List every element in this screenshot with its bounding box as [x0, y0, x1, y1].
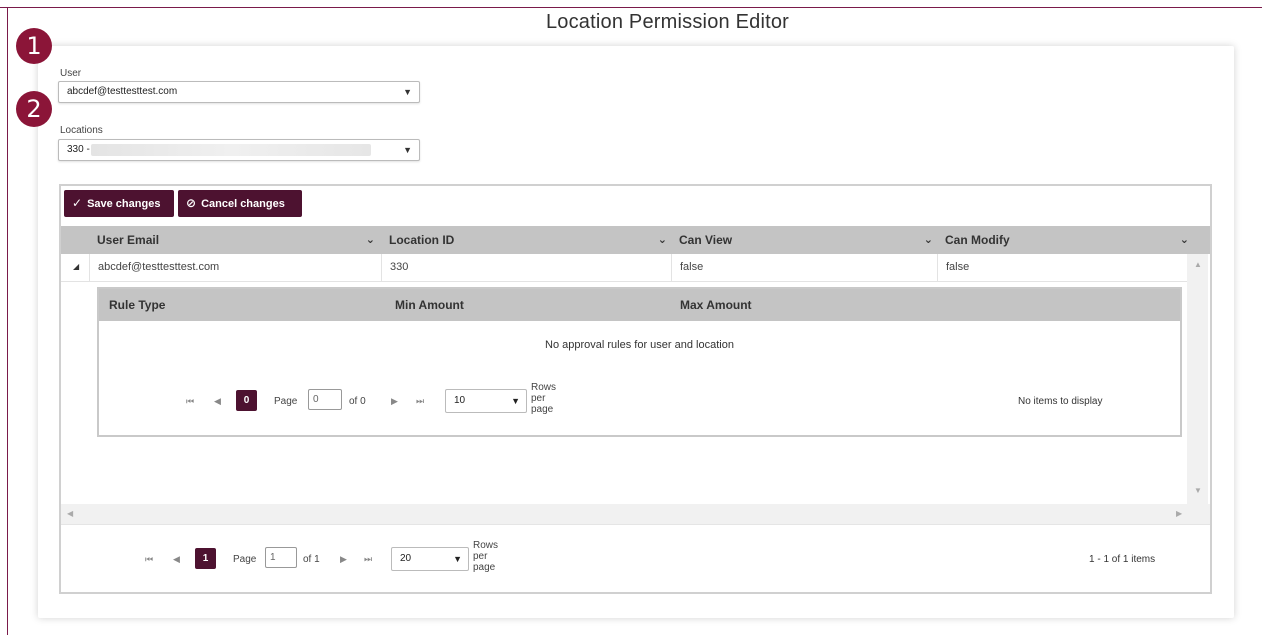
column-menu-chevron-icon[interactable]: ⌄	[658, 226, 667, 254]
scroll-up-icon[interactable]: ▲	[1194, 260, 1202, 269]
page-count-label: of 0	[349, 396, 366, 407]
window-left-border	[7, 7, 8, 635]
column-header-location-id[interactable]: Location ID ⌄	[389, 226, 673, 254]
horizontal-scrollbar[interactable]: ◀ ▶	[61, 504, 1210, 524]
rows-per-page-word: Rows	[531, 382, 557, 393]
cancel-circle-icon: ⊘	[186, 196, 197, 210]
save-changes-label: Save changes	[87, 198, 161, 210]
rows-per-page-word: page	[531, 404, 554, 415]
cell-user-email: abcdef@testtesttest.com	[89, 254, 381, 282]
pager-info: No items to display	[1018, 396, 1103, 407]
column-header-min-amount[interactable]: Min Amount	[395, 289, 464, 321]
chevron-down-icon: ▼	[511, 396, 520, 406]
previous-page-icon[interactable]: ◀	[173, 554, 180, 565]
last-page-icon[interactable]: ⏭	[364, 554, 372, 565]
chevron-down-icon: ▼	[403, 145, 412, 155]
cancel-changes-button[interactable]: ⊘ Cancel changes	[178, 190, 302, 217]
cancel-changes-label: Cancel changes	[201, 198, 285, 210]
approval-rules-detail-grid: Rule Type Min Amount Max Amount No appro…	[97, 287, 1182, 437]
page-label: Page	[274, 396, 298, 407]
rows-per-page-label: Rows per page	[531, 382, 556, 415]
pager-info: 1 - 1 of 1 items	[1089, 554, 1156, 565]
rows-per-page-word: per	[473, 551, 488, 562]
table-row[interactable]: ◢ abcdef@testtesttest.com 330 false fals…	[61, 254, 1191, 282]
chevron-down-icon: ▼	[403, 87, 412, 97]
page-size-value: 20	[400, 553, 412, 564]
column-title: Can View	[679, 233, 733, 247]
user-label: User	[60, 68, 82, 79]
scroll-down-icon[interactable]: ▼	[1194, 486, 1202, 495]
locations-select[interactable]: 330 - ▼	[58, 139, 420, 161]
user-select[interactable]: abcdef@testtesttest.com ▼	[58, 81, 420, 103]
page-size-select[interactable]: 20 ▼	[391, 547, 469, 571]
first-page-icon[interactable]: ⏮	[145, 554, 153, 565]
cell-can-modify: false	[937, 254, 1191, 282]
previous-page-icon[interactable]: ◀	[214, 396, 221, 407]
column-header-can-modify[interactable]: Can Modify ⌄	[945, 226, 1195, 254]
scroll-left-icon[interactable]: ◀	[67, 509, 73, 518]
scroll-right-icon[interactable]: ▶	[1176, 509, 1182, 518]
rows-per-page-word: per	[531, 393, 546, 404]
detail-grid-header: Rule Type Min Amount Max Amount	[99, 289, 1180, 321]
cell-can-view: false	[671, 254, 937, 282]
column-header-can-view[interactable]: Can View ⌄	[679, 226, 939, 254]
page-title: Location Permission Editor	[545, 11, 790, 33]
grid-footer: ⏮ ◀ 1 Page 1 of 1 ▶ ⏭ 20 ▼ Rows per page…	[61, 524, 1210, 592]
current-page-button[interactable]: 0	[236, 390, 257, 411]
column-header-rule-type[interactable]: Rule Type	[109, 289, 165, 321]
permissions-grid: ✓ Save changes ⊘ Cancel changes User Email…	[59, 184, 1212, 594]
save-changes-button[interactable]: ✓ Save changes	[64, 190, 174, 217]
rows-per-page-word: Rows	[473, 540, 499, 551]
cell-location-id: 330	[381, 254, 671, 282]
grid-header: User Email ⌄ Location ID ⌄ Can View ⌄ Ca…	[61, 226, 1210, 254]
empty-rules-message: No approval rules for user and location	[545, 339, 734, 351]
user-select-value: abcdef@testtesttest.com	[67, 86, 178, 97]
next-page-icon[interactable]: ▶	[391, 396, 398, 407]
page-count-label: of 1	[303, 554, 320, 565]
column-title: User Email	[97, 233, 160, 247]
column-menu-chevron-icon[interactable]: ⌄	[366, 226, 375, 254]
page-size-value: 10	[454, 395, 466, 406]
window-top-border	[0, 7, 1262, 8]
redacted-location-name	[91, 144, 371, 156]
column-title: Can Modify	[945, 233, 1010, 247]
first-page-icon[interactable]: ⏮	[186, 396, 194, 407]
column-title: Location ID	[389, 233, 455, 247]
collapse-row-icon[interactable]: ◢	[73, 262, 79, 271]
page-size-select[interactable]: 10 ▼	[445, 389, 527, 413]
rows-per-page-word: page	[473, 562, 496, 573]
page-number-input[interactable]: 0	[308, 389, 342, 410]
checkmark-icon: ✓	[72, 196, 83, 210]
current-page-button[interactable]: 1	[195, 548, 216, 569]
rows-per-page-label: Rows per page	[473, 540, 498, 573]
column-header-max-amount[interactable]: Max Amount	[680, 289, 752, 321]
column-menu-chevron-icon[interactable]: ⌄	[924, 226, 933, 254]
next-page-icon[interactable]: ▶	[340, 554, 347, 565]
column-header-user-email[interactable]: User Email ⌄	[97, 226, 381, 254]
page-number-input[interactable]: 1	[265, 547, 297, 568]
locations-label: Locations	[60, 125, 103, 136]
column-menu-chevron-icon[interactable]: ⌄	[1180, 226, 1189, 254]
page-label: Page	[233, 554, 257, 565]
callout-badge-1: 1	[16, 28, 52, 64]
vertical-scrollbar[interactable]: ▲ ▼	[1187, 254, 1208, 524]
callout-badge-2: 2	[16, 91, 52, 127]
chevron-down-icon: ▼	[453, 554, 462, 564]
last-page-icon[interactable]: ⏭	[416, 396, 424, 407]
locations-select-value: 330 -	[67, 144, 90, 155]
